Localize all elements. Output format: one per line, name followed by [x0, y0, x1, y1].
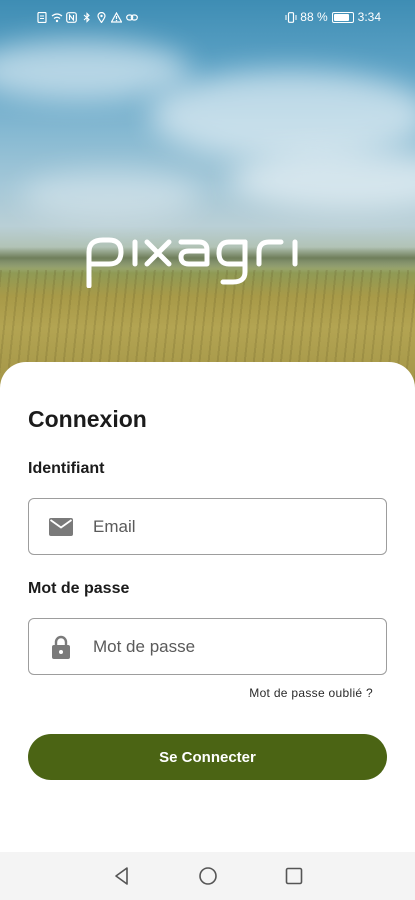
- email-input[interactable]: [93, 516, 353, 537]
- back-icon[interactable]: [110, 864, 134, 888]
- link-icon: [126, 12, 138, 23]
- email-field[interactable]: [28, 498, 387, 555]
- password-input[interactable]: [93, 636, 353, 657]
- bluetooth-icon: [81, 11, 92, 23]
- cloud: [230, 150, 415, 210]
- clock: 3:34: [357, 10, 381, 24]
- login-button[interactable]: Se Connecter: [28, 734, 387, 780]
- navigation-bar: [0, 852, 415, 900]
- nfc-icon: [66, 11, 77, 23]
- forgot-password-link[interactable]: Mot de passe oublié ?: [249, 686, 373, 700]
- file-icon: [36, 11, 47, 23]
- status-icons-right: 88 % 3:34: [285, 10, 381, 24]
- battery-icon: [331, 11, 354, 23]
- page-title: Connexion: [28, 406, 147, 432]
- status-icons-left: [36, 11, 138, 24]
- login-card: Connexion Identifiant Mot de passe Mot d…: [0, 362, 415, 852]
- vibrate-icon: [285, 11, 297, 23]
- cloud: [20, 170, 200, 220]
- cloud: [0, 40, 190, 100]
- battery-level: [333, 13, 350, 21]
- wifi-icon: [51, 12, 63, 23]
- password-field[interactable]: [28, 618, 387, 675]
- home-icon[interactable]: [196, 864, 220, 888]
- battery-percent: 88 %: [300, 10, 328, 24]
- password-label: Mot de passe: [28, 580, 130, 597]
- brand-logo: [0, 228, 415, 288]
- hero-background: [0, 0, 415, 390]
- cloud: [150, 70, 415, 160]
- lock-icon: [49, 635, 73, 659]
- warning-icon: [110, 11, 123, 23]
- envelope-icon: [49, 515, 73, 539]
- recents-icon[interactable]: [282, 864, 306, 888]
- username-label: Identifiant: [28, 460, 105, 477]
- status-bar: 88 % 3:34: [0, 0, 415, 34]
- location-icon: [96, 11, 107, 24]
